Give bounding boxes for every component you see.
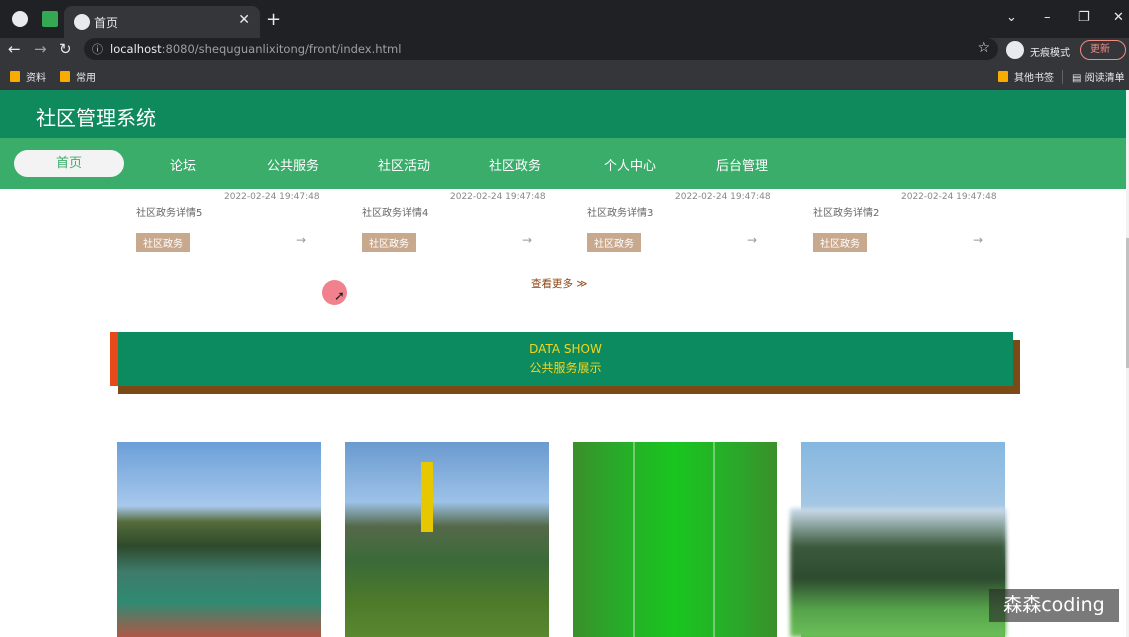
bookmark-label: 阅读清单 <box>1084 73 1125 84</box>
service-photo[interactable] <box>345 442 549 637</box>
field-line <box>633 442 635 637</box>
watermark: 森森coding <box>989 589 1119 622</box>
news-card[interactable]: 2022-02-24 19:47:48 社区政务详情2 社区政务 → <box>813 189 997 252</box>
bookmark-folder[interactable]: 常用 <box>60 69 96 84</box>
browser-tab[interactable]: 首页 ✕ <box>64 6 260 38</box>
page-content: 社区管理系统 首页 论坛 公共服务 社区活动 社区政务 个人中心 后台管理 20… <box>0 90 1126 637</box>
browser-tab-strip: 首页 ✕ + ⌄ – ❐ ✕ <box>0 0 1129 38</box>
globe-icon[interactable] <box>12 11 28 27</box>
back-icon[interactable]: ← <box>8 40 21 58</box>
service-photo[interactable] <box>573 442 777 637</box>
star-icon[interactable]: ☆ <box>977 40 990 56</box>
nav-item-profile[interactable]: 个人中心 <box>604 155 656 174</box>
close-icon[interactable]: ✕ <box>238 12 250 28</box>
nav-item-public-service[interactable]: 公共服务 <box>267 155 319 174</box>
news-date: 2022-02-24 19:47:48 <box>224 192 320 202</box>
info-icon[interactable]: ⓘ <box>92 41 103 57</box>
news-title[interactable]: 社区政务详情5 <box>136 204 202 219</box>
site-header: 社区管理系统 <box>0 90 1126 138</box>
blurred-overlay <box>790 508 1006 637</box>
section-title-en: DATA SHOW <box>529 342 602 356</box>
view-more-link[interactable]: 查看更多 ≫ <box>531 276 587 291</box>
close-window-icon[interactable]: ✕ <box>1113 10 1124 25</box>
folder-icon <box>998 71 1008 82</box>
url-path: :8080/shequguanlixitong/front/index.html <box>161 42 402 56</box>
section-title-zh: 公共服务展示 <box>529 361 602 375</box>
browser-toolbar: ← → ↻ ⓘ localhost:8080/shequguanlixitong… <box>0 38 1129 62</box>
arrow-right-icon[interactable]: → <box>747 233 757 247</box>
other-bookmarks[interactable]: 其他书签 <box>998 69 1054 84</box>
field-line <box>713 442 715 637</box>
nav-item-admin[interactable]: 后台管理 <box>716 155 768 174</box>
chevron-down-icon[interactable]: ⌄ <box>1006 10 1017 25</box>
nav-item-affairs[interactable]: 社区政务 <box>489 155 541 174</box>
restore-icon[interactable]: ❐ <box>1078 10 1090 25</box>
bookmark-label: 常用 <box>76 73 96 84</box>
folder-icon <box>60 71 70 82</box>
service-photo[interactable] <box>117 442 321 637</box>
player-figure <box>421 462 433 532</box>
divider <box>1062 70 1063 84</box>
bookmark-folder[interactable]: 资料 <box>10 69 46 84</box>
news-title[interactable]: 社区政务详情2 <box>813 204 879 219</box>
reading-list[interactable]: ▤ 阅读清单 <box>1072 69 1125 84</box>
url-text[interactable]: localhost:8080/shequguanlixitong/front/i… <box>110 42 401 56</box>
mouse-cursor-icon: ➚ <box>334 289 345 304</box>
forward-icon[interactable]: → <box>34 40 47 58</box>
arrow-right-icon[interactable]: → <box>296 233 306 247</box>
nav-item-activities[interactable]: 社区活动 <box>378 155 430 174</box>
news-tag: 社区政务 <box>362 233 416 252</box>
tab-title: 首页 <box>94 16 119 30</box>
news-title[interactable]: 社区政务详情4 <box>362 204 428 219</box>
arrow-right-icon[interactable]: → <box>973 233 983 247</box>
news-tag: 社区政务 <box>136 233 190 252</box>
update-button[interactable]: 更新 <box>1080 40 1126 60</box>
bookmark-label: 资料 <box>26 73 46 84</box>
news-date: 2022-02-24 19:47:48 <box>901 192 997 202</box>
reading-list-icon: ▤ <box>1072 73 1085 84</box>
news-tag: 社区政务 <box>587 233 641 252</box>
url-host: localhost <box>110 42 162 56</box>
sheet-app-icon[interactable] <box>42 11 58 27</box>
news-tag: 社区政务 <box>813 233 867 252</box>
minimize-icon[interactable]: – <box>1044 10 1051 25</box>
globe-icon <box>74 14 90 30</box>
section-banner: DATA SHOW 公共服务展示 <box>110 332 1013 386</box>
folder-icon <box>10 71 20 82</box>
address-bar[interactable]: ⓘ localhost:8080/shequguanlixitong/front… <box>84 38 998 60</box>
main-nav: 首页 论坛 公共服务 社区活动 社区政务 个人中心 后台管理 <box>0 138 1126 189</box>
bookmarks-bar: 资料 常用 其他书签 ▤ 阅读清单 <box>0 62 1129 90</box>
nav-item-forum[interactable]: 论坛 <box>170 155 196 174</box>
news-card[interactable]: 2022-02-24 19:47:48 社区政务详情5 社区政务 → <box>136 189 320 252</box>
news-date: 2022-02-24 19:47:48 <box>450 192 546 202</box>
bookmark-label: 其他书签 <box>1014 73 1054 84</box>
news-card[interactable]: 2022-02-24 19:47:48 社区政务详情3 社区政务 → <box>587 189 771 252</box>
nav-item-home[interactable]: 首页 <box>14 150 124 177</box>
incognito-label: 无痕模式 <box>1030 48 1070 59</box>
news-card[interactable]: 2022-02-24 19:47:48 社区政务详情4 社区政务 → <box>362 189 546 252</box>
new-tab-button[interactable]: + <box>266 9 281 30</box>
news-date: 2022-02-24 19:47:48 <box>675 192 771 202</box>
reload-icon[interactable]: ↻ <box>59 40 72 58</box>
incognito-icon[interactable] <box>1006 41 1024 59</box>
site-title: 社区管理系统 <box>36 106 156 130</box>
news-title[interactable]: 社区政务详情3 <box>587 204 653 219</box>
arrow-right-icon[interactable]: → <box>522 233 532 247</box>
